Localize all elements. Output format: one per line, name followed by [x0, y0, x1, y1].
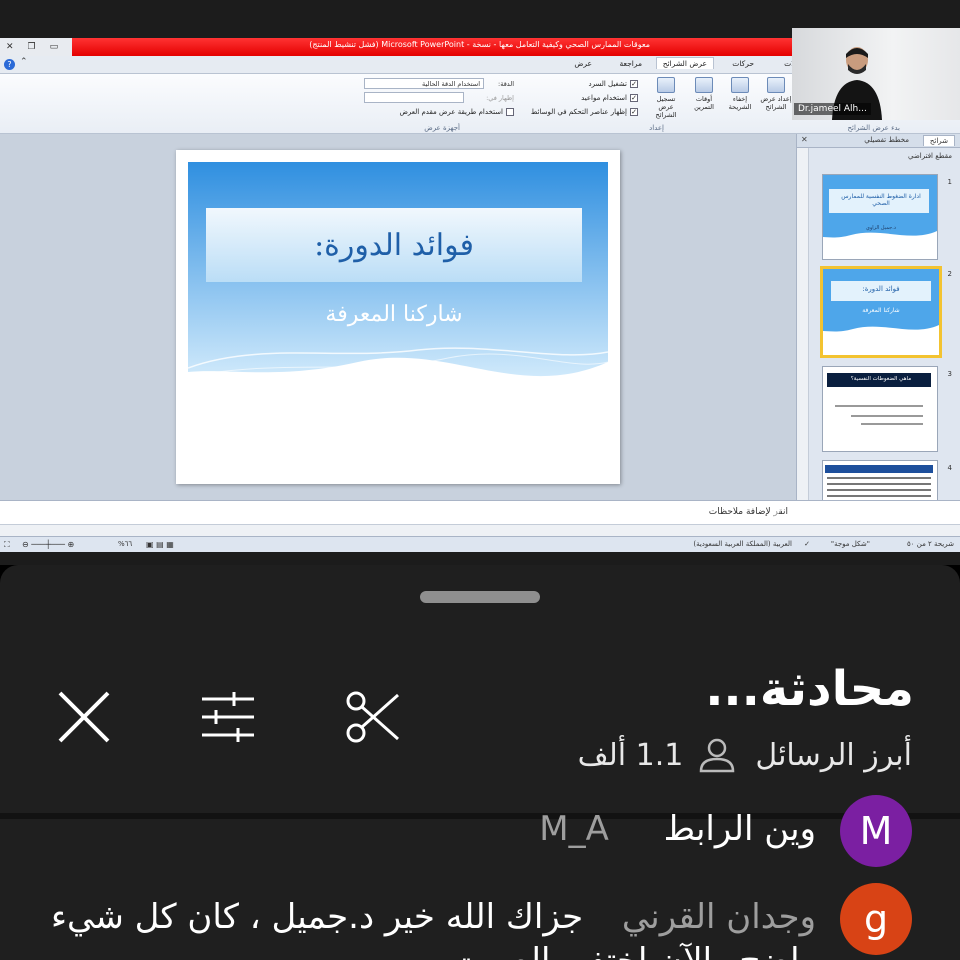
- use-timings-checkbox[interactable]: ✓ استخدام مواعيد: [581, 94, 638, 102]
- setup-slideshow-button[interactable]: إعداد عرض الشرائح: [758, 77, 794, 119]
- section-heading[interactable]: مقطع افتراضي: [908, 152, 952, 160]
- show-on-label: إظهار في:: [486, 94, 514, 102]
- record-icon: [657, 77, 675, 93]
- screen: معوقات الممارس الصحي وكيفية التعامل معها…: [0, 0, 960, 960]
- thumbnail-number: 2: [947, 270, 952, 278]
- thumbnail-subtitle: شاركنا المعرفة: [862, 307, 900, 314]
- shared-screen-video[interactable]: معوقات الممارس الصحي وكيفية التعامل معها…: [0, 0, 960, 565]
- message-text: وين الرابط: [663, 809, 816, 849]
- close-window-icon[interactable]: ✕: [6, 42, 14, 52]
- chat-subtitle-row: أبرز الرسائل 1.1 ألف: [578, 737, 912, 773]
- resolution-select[interactable]: استخدام الدقة الحالية: [364, 78, 484, 89]
- live-chat-sheet: محادثة... أبرز الرسائل 1.1 ألف M وين الر…: [0, 565, 960, 960]
- slide-subtitle[interactable]: شاركنا المعرفة: [206, 296, 582, 332]
- tab-slides[interactable]: شرائح: [922, 135, 955, 146]
- zoom-level[interactable]: ٦٦%: [118, 540, 132, 548]
- fit-slide-icon[interactable]: ⛶: [4, 540, 10, 550]
- message-author[interactable]: M_A: [539, 809, 609, 849]
- tab-review[interactable]: مراجعة: [613, 58, 648, 69]
- message-author[interactable]: وجدان القرني: [622, 897, 816, 937]
- thumbnail-number: 1: [947, 178, 952, 186]
- slide-title[interactable]: فوائد الدورة:: [206, 208, 582, 282]
- viewer-count-value: 1.1 ألف: [577, 737, 684, 773]
- help-icon[interactable]: ?: [4, 59, 15, 70]
- group-label-setup: إعداد: [649, 124, 664, 132]
- slides-pane: شرائح مخطط تفصيلي ✕ مقطع افتراضي 1 ادارة…: [796, 134, 960, 538]
- show-on-select[interactable]: [364, 92, 464, 103]
- collapse-ribbon-icon[interactable]: ⌃: [20, 57, 28, 67]
- avatar[interactable]: g: [840, 883, 912, 955]
- restore-window-icon[interactable]: ❐: [28, 42, 36, 52]
- window-controls: ✕ ❐ ▭: [0, 38, 72, 56]
- drag-handle[interactable]: [420, 591, 540, 603]
- slide-thumbnail-3[interactable]: ماهي الضغوطات النفسية؟: [822, 366, 938, 452]
- status-bar: شريحة ٢ من ٥٠ "شكل موجة" ✓ العربية (المم…: [0, 536, 960, 552]
- rehearse-timings-button[interactable]: أوقات التمرين: [686, 77, 722, 119]
- close-pane-icon[interactable]: ✕: [801, 135, 808, 144]
- tab-slideshow[interactable]: عرض الشرائح: [655, 57, 714, 69]
- current-slide[interactable]: فوائد الدورة: شاركنا المعرفة: [176, 150, 620, 484]
- slide-editing-area[interactable]: فوائد الدورة: شاركنا المعرفة: [0, 134, 796, 538]
- filter-button[interactable]: [200, 689, 256, 745]
- chat-message[interactable]: M وين الرابط M_A: [32, 795, 912, 867]
- checkbox-checked-icon: ✓: [630, 80, 638, 88]
- minimize-window-icon[interactable]: ▭: [50, 42, 59, 52]
- thumbnail-subtitle: د.جميل الزاوي: [865, 225, 897, 231]
- theme-name: "شكل موجة": [830, 540, 870, 548]
- tab-animations[interactable]: حركات: [726, 58, 760, 69]
- thumbnail-number: 3: [947, 370, 952, 378]
- thumbnail-title: ماهي الضغوطات النفسية؟: [850, 376, 912, 382]
- participant-video[interactable]: Dr.jameel Alh...: [792, 28, 960, 120]
- thumbnail-number: 4: [947, 464, 952, 472]
- zoom-watermark: zoom: [770, 494, 856, 529]
- close-icon: [58, 691, 110, 743]
- thumbnail-art: [823, 175, 937, 259]
- pane-tabs: شرائح مخطط تفصيلي ✕: [797, 134, 960, 148]
- record-slideshow-button[interactable]: تسجيل عرض الشرائح: [648, 77, 684, 119]
- checkbox-checked-icon: ✓: [630, 108, 638, 116]
- zoom-slider[interactable]: ⊕ ───┼─── ⊖: [22, 540, 74, 549]
- play-narration-checkbox[interactable]: ✓ تشغيل السرد: [588, 80, 638, 88]
- slide-position: شريحة ٢ من ٥٠: [906, 540, 954, 548]
- presenter-view-checkbox[interactable]: استخدام طريقة عرض مقدم العرض: [399, 108, 514, 116]
- scissors-icon: [346, 691, 399, 743]
- pane-scrollbar[interactable]: [797, 148, 809, 538]
- chat-title: محادثة...: [705, 661, 914, 717]
- viewer-count: 1.1 ألف: [578, 737, 738, 773]
- setup-slideshow-icon: [767, 77, 785, 93]
- group-label-monitors: أجهزة عرض: [424, 124, 460, 132]
- chat-message[interactable]: g وجدان القرني جزاك الله خير د.جميل ، كا…: [32, 883, 912, 960]
- avatar[interactable]: M: [840, 795, 912, 867]
- stopwatch-icon: [695, 77, 713, 93]
- view-buttons[interactable]: ▦ ▤ ▣: [146, 540, 174, 549]
- tab-outline[interactable]: مخطط تفصيلي: [858, 135, 915, 145]
- thumbnail-title: فوائد الدورة:: [862, 285, 900, 293]
- spellcheck-icon[interactable]: ✓: [804, 540, 810, 548]
- message-body: وين الرابط M_A: [539, 795, 816, 851]
- resolution-label: الدقة:: [498, 80, 514, 88]
- window-title: معوقات الممارس الصحي وكيفية التعامل معها…: [309, 40, 650, 49]
- chat-mode[interactable]: أبرز الرسائل: [755, 738, 912, 773]
- person-icon: [700, 738, 735, 773]
- hide-slide-icon: [731, 77, 749, 93]
- checkbox-checked-icon: ✓: [630, 94, 638, 102]
- hide-slide-button[interactable]: إخفاء الشريحة: [722, 77, 758, 119]
- sliders-icon: [202, 692, 254, 742]
- participant-name: Dr.jameel Alh...: [794, 103, 871, 115]
- show-media-controls-checkbox[interactable]: ✓ إظهار عناصر التحكم في الوسائط: [531, 108, 638, 116]
- tab-view[interactable]: عرض: [568, 58, 598, 69]
- clip-button[interactable]: [344, 689, 400, 745]
- slide-thumbnail-2[interactable]: فوائد الدورة: شاركنا المعرفة: [820, 266, 942, 358]
- close-button[interactable]: [56, 689, 112, 745]
- slide-thumbnail-1[interactable]: ادارة الضغوط النفسية للممارس الصحي د.جمي…: [822, 174, 938, 260]
- message-body: وجدان القرني جزاك الله خير د.جميل ، كان …: [32, 883, 816, 960]
- group-label-start: بدء عرض الشرائح: [847, 124, 900, 132]
- checkbox-empty-icon: [506, 108, 514, 116]
- language: العربية (المملكة العربية السعودية): [693, 540, 792, 548]
- thumbnail-title: ادارة الضغوط النفسية للممارس الصحي: [841, 193, 921, 207]
